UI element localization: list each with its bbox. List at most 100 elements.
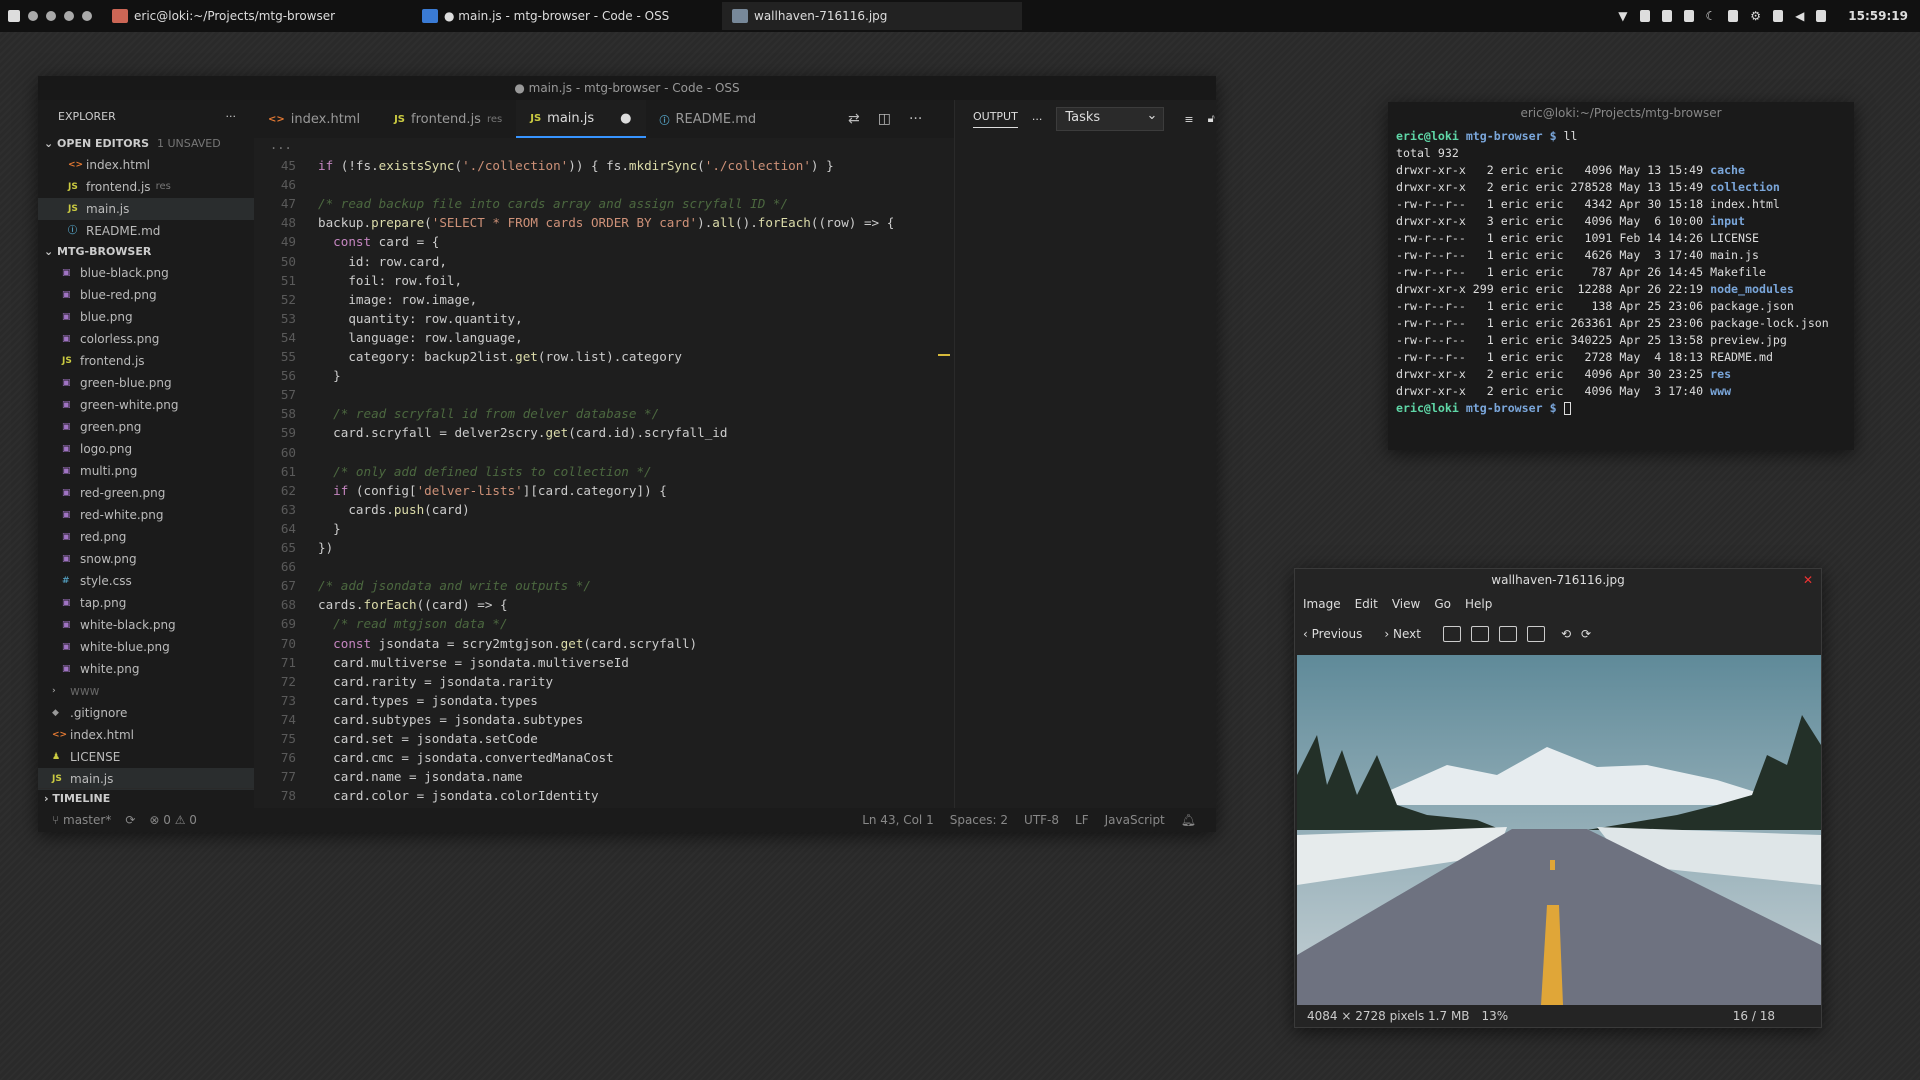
gear-icon[interactable]: ⚙	[1750, 9, 1761, 23]
lock-icon[interactable]: 🔓︎	[1208, 112, 1215, 126]
tab-frontend-js[interactable]: JS frontend.js res	[380, 100, 516, 138]
clock: 15:59:19	[1848, 9, 1908, 23]
line-ending[interactable]: LF	[1075, 813, 1089, 827]
tab-index-html[interactable]: <> index.html	[254, 100, 380, 138]
file-item[interactable]: ▣ red.png	[38, 526, 254, 548]
zoom-level: 13%	[1481, 1009, 1509, 1023]
timeline-section[interactable]: › TIMELINE	[38, 788, 254, 808]
open-editor-item[interactable]: JS main.js	[38, 198, 254, 220]
file-item[interactable]: # style.css	[38, 570, 254, 592]
workspace-dot[interactable]	[64, 11, 74, 21]
workspace-dot[interactable]	[82, 11, 92, 21]
open-editor-item[interactable]: JS frontend.js res	[38, 176, 254, 198]
open-editor-item[interactable]: <> index.html	[38, 154, 254, 176]
window-title: ● main.js - mtg-browser - Code - OSS	[38, 76, 1216, 100]
encoding[interactable]: UTF-8	[1024, 813, 1059, 827]
file-item[interactable]: ▣ multi.png	[38, 460, 254, 482]
file-item[interactable]: ▣ white.png	[38, 658, 254, 680]
previous-button[interactable]: ‹ Previous	[1303, 627, 1362, 641]
list-icon[interactable]: ≡	[1184, 113, 1193, 126]
menu-go[interactable]: Go	[1434, 597, 1451, 611]
zoom-in-icon[interactable]	[1442, 626, 1461, 642]
wifi-icon[interactable]: ▼	[1618, 9, 1627, 23]
file-item[interactable]: ▣ red-green.png	[38, 482, 254, 504]
line-number: 51	[280, 272, 296, 288]
file-item[interactable]: ♟ LICENSE	[38, 746, 254, 768]
project-section[interactable]: ⌄ MTG-BROWSER	[38, 242, 254, 262]
fullscreen-icon[interactable]	[1526, 626, 1545, 642]
file-item[interactable]: <> index.html	[38, 724, 254, 746]
file-item[interactable]: JS frontend.js	[38, 350, 254, 372]
next-label: Next	[1392, 627, 1421, 641]
cursor-position[interactable]: Ln 43, Col 1	[862, 813, 934, 827]
bell-icon[interactable]: 🔔︎	[1181, 813, 1196, 827]
file-item[interactable]: JS main.js	[38, 768, 254, 790]
image-canvas[interactable]	[1297, 655, 1821, 1005]
zoom-out-icon[interactable]	[1470, 626, 1489, 642]
menu-edit[interactable]: Edit	[1355, 597, 1378, 611]
problems-indicator[interactable]: ⊗ 0 ⚠ 0	[149, 813, 197, 827]
file-item[interactable]: ▣ blue-red.png	[38, 284, 254, 306]
rotate-left-icon[interactable]: ⟲	[1561, 627, 1571, 641]
open-editors-section[interactable]: ⌄ OPEN EDITORS 1 UNSAVED	[38, 134, 254, 154]
open-editor-item[interactable]: ⓘ README.md	[38, 220, 254, 242]
moon-icon[interactable]: ☾	[1706, 9, 1717, 23]
next-button[interactable]: › Next	[1384, 627, 1421, 641]
workspace-switcher[interactable]	[8, 10, 92, 22]
file-item[interactable]: ▣ blue.png	[38, 306, 254, 328]
tab-output[interactable]: OUTPUT	[973, 110, 1018, 128]
file-item[interactable]: ▣ green-white.png	[38, 394, 254, 416]
task-terminal[interactable]: eric@loki:~/Projects/mtg-browser	[102, 2, 402, 30]
terminal-output[interactable]: eric@loki mtg-browser $ ll total 932 drw…	[1388, 124, 1854, 417]
ls-row: drwxr-xr-x 2 eric eric 4096 May 3 17:40 …	[1396, 384, 1732, 398]
file-item[interactable]: ▣ blue-black.png	[38, 262, 254, 284]
scroll-marker	[938, 354, 950, 356]
more-actions-icon[interactable]: ···	[909, 111, 922, 127]
file-item[interactable]: › www	[38, 680, 254, 702]
close-icon[interactable]: ✕	[1803, 569, 1813, 591]
language-mode[interactable]: JavaScript	[1105, 813, 1165, 827]
file-item[interactable]: ▣ snow.png	[38, 548, 254, 570]
code-line: quantity: row.quantity,	[318, 310, 523, 326]
menu-help[interactable]: Help	[1465, 597, 1492, 611]
menu-image[interactable]: Image	[1303, 597, 1341, 611]
file-icon: ◆	[52, 708, 59, 718]
tab-main-js[interactable]: JS main.js ●	[516, 100, 646, 138]
tab-README-md[interactable]: ⓘ README.md	[646, 100, 777, 138]
file-item[interactable]: ▣ green.png	[38, 416, 254, 438]
breadcrumb[interactable]: ...	[254, 138, 954, 158]
task-select[interactable]: Tasks	[1056, 107, 1165, 131]
file-item[interactable]: ▣ tap.png	[38, 592, 254, 614]
file-name: blue-red.png	[80, 288, 157, 302]
ls-row: -rw-r--r-- 1 eric eric 787 Apr 26 14:45 …	[1396, 265, 1766, 279]
file-item[interactable]: ▣ white-black.png	[38, 614, 254, 636]
task-code[interactable]: ● main.js - mtg-browser - Code - OSS	[412, 2, 712, 30]
workspace-dot[interactable]	[28, 11, 38, 21]
workspace-dot[interactable]	[46, 11, 56, 21]
code-line: backup.prepare('SELECT * FROM cards ORDE…	[318, 215, 895, 231]
more-actions-icon[interactable]: ···	[226, 100, 237, 134]
indentation[interactable]: Spaces: 2	[950, 813, 1008, 827]
file-item[interactable]: ▣ colorless.png	[38, 328, 254, 350]
file-item[interactable]: ▣ green-blue.png	[38, 372, 254, 394]
code-editor[interactable]: ... 45 if (!fs.existsSync('./collection')…	[254, 138, 954, 808]
volume-icon[interactable]: ◀	[1795, 9, 1804, 23]
rotate-right-icon[interactable]: ⟳	[1581, 627, 1591, 641]
task-image-viewer[interactable]: wallhaven-716116.jpg	[722, 2, 1022, 30]
sync-icon[interactable]: ⟳	[125, 813, 135, 827]
menu-view[interactable]: View	[1392, 597, 1420, 611]
task-label: wallhaven-716116.jpg	[754, 9, 888, 23]
fit-icon[interactable]	[1498, 626, 1517, 642]
file-item[interactable]: ▣ logo.png	[38, 438, 254, 460]
branch-indicator[interactable]: ⑂ master*	[52, 813, 111, 827]
file-item[interactable]: ▣ white-blue.png	[38, 636, 254, 658]
split-editor-icon[interactable]: ◫	[878, 111, 891, 127]
menu-icon[interactable]	[8, 10, 20, 22]
file-item[interactable]: ◆ .gitignore	[38, 702, 254, 724]
branch-label: master*	[63, 813, 112, 827]
compare-icon[interactable]: ⇄	[848, 111, 860, 127]
unsaved-dot: ●	[620, 110, 632, 126]
file-item[interactable]: ▣ red-white.png	[38, 504, 254, 526]
more-actions-icon[interactable]: ···	[1032, 113, 1043, 126]
window-titlebar: wallhaven-716116.jpg ✕	[1295, 569, 1821, 591]
